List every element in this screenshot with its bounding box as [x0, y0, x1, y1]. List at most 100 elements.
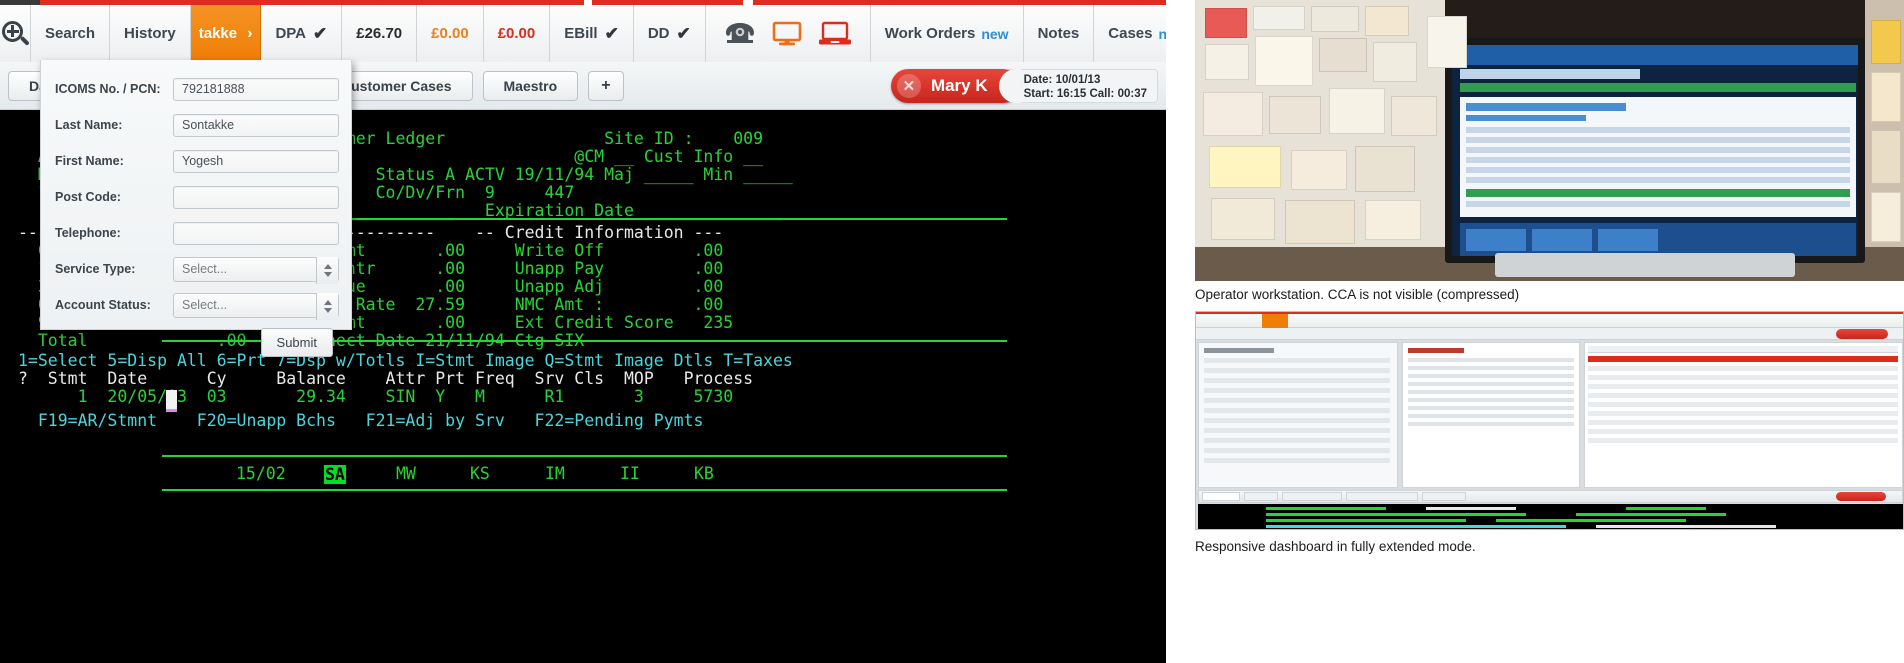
sticky-note: [1205, 8, 1247, 38]
photo-keyboard: [1495, 253, 1795, 277]
submit-row: Submit: [55, 328, 339, 357]
service-type-select[interactable]: Select...: [173, 256, 339, 284]
terminal-column-headers: ? Stmt Date Cy Balance Attr Prt Freq Srv…: [18, 369, 754, 388]
agent-badge-cap: [998, 68, 1021, 103]
tab-dpa[interactable]: DPA ✔: [261, 5, 343, 62]
sticky-note: [1373, 42, 1417, 82]
check-icon: ✔: [676, 23, 691, 43]
check-icon: ✔: [313, 23, 328, 43]
status-item-kb[interactable]: KB: [694, 464, 1166, 484]
telephone-icon[interactable]: [724, 21, 756, 47]
terminal-cursor: [166, 390, 177, 412]
sticky-note: [1211, 198, 1275, 240]
sticky-note: [1871, 20, 1901, 64]
desktop-monitor-icon[interactable]: [772, 21, 802, 47]
sticky-note: [1871, 192, 1901, 242]
field-row-icoms: ICOMS No. / PCN: 792181888: [55, 74, 339, 104]
zoom-in-button[interactable]: [0, 5, 31, 62]
last-name-label: Last Name:: [55, 118, 123, 132]
tab-direct-debit[interactable]: DD ✔: [633, 5, 706, 62]
tab-cases-label: Cases: [1108, 25, 1153, 42]
add-tab-button[interactable]: +: [588, 70, 624, 101]
tab-search[interactable]: Search: [31, 5, 111, 62]
sticky-note: [1311, 6, 1359, 32]
balance-overdue-value: £0.00: [431, 25, 469, 42]
status-highlight-sa[interactable]: SA: [324, 465, 346, 484]
call-date: Date: 10/01/13: [1023, 73, 1101, 86]
balance-current-value: £26.70: [356, 25, 403, 42]
operator-workstation-photo: [1195, 0, 1904, 281]
tab-work-orders[interactable]: Work Orders new: [870, 5, 1024, 62]
primary-toolbar: Search History takke › DPA ✔ £26.70 £0.0…: [0, 5, 1166, 62]
cases-new-badge: new: [1158, 25, 1166, 42]
figures-column: Operator workstation. CCA is not visible…: [1166, 0, 1904, 663]
last-name-value: Sontakke: [182, 118, 235, 132]
sticky-note: [1205, 44, 1249, 80]
telephone-field[interactable]: [173, 221, 339, 245]
photo-monitor: [1445, 38, 1865, 263]
tab-customer-label: takke: [198, 25, 238, 42]
sticky-note: [1285, 200, 1355, 244]
laptop-icon[interactable]: [818, 21, 852, 47]
balance-overdue: £0.00: [417, 5, 484, 62]
icoms-pcn-field[interactable]: 792181888: [173, 77, 339, 101]
telephone-label: Telephone:: [55, 226, 121, 240]
account-status-value: Select...: [182, 298, 228, 312]
field-row-last-name: Last Name: Sontakke: [55, 110, 339, 140]
submit-button[interactable]: Submit: [260, 328, 333, 357]
terminal-divider-bottom: [162, 455, 1007, 457]
post-code-label: Post Code:: [55, 190, 121, 204]
post-code-field[interactable]: [173, 185, 339, 209]
tab-cases[interactable]: Cases new: [1094, 5, 1166, 62]
service-icons-group: [705, 5, 871, 62]
field-row-first-name: First Name: Yogesh: [55, 146, 339, 176]
submit-button-label: Submit: [276, 335, 317, 350]
stepper-icon[interactable]: [316, 292, 338, 320]
tab-search-label: Search: [45, 25, 96, 42]
close-icon[interactable]: ✕: [896, 73, 921, 98]
search-panel: ICOMS No. / PCN: 792181888 Last Name: So…: [40, 60, 352, 357]
balance-current: £26.70: [342, 5, 418, 62]
sticky-note: [1203, 92, 1263, 136]
chevron-right-icon: ›: [247, 24, 253, 42]
sticky-note: [1209, 146, 1281, 188]
call-timers: Start: 16:15 Call: 00:37: [1023, 87, 1147, 100]
maestro-button[interactable]: Maestro: [482, 70, 579, 101]
sticky-note: [1329, 88, 1385, 134]
customer-cases-button-label: Customer Cases: [341, 77, 452, 94]
last-name-field[interactable]: Sontakke: [173, 113, 339, 137]
sticky-note: [1365, 200, 1421, 240]
photo-papers: [1427, 16, 1467, 68]
sticky-note: [1255, 36, 1313, 86]
sticky-note: [1871, 130, 1901, 184]
account-status-select[interactable]: Select...: [173, 292, 339, 320]
agent-badge[interactable]: ✕ Mary K: [890, 68, 1021, 103]
tab-direct-debit-label: DD: [647, 25, 670, 42]
sticky-note: [1291, 150, 1347, 190]
screenshot-root: Search History takke › DPA ✔ £26.70 £0.0…: [0, 0, 1904, 663]
sticky-note: [1269, 96, 1321, 134]
field-row-account-status: Account Status: Select...: [55, 290, 339, 320]
icoms-pcn-label: ICOMS No. / PCN:: [55, 82, 161, 96]
tab-dpa-label: DPA: [275, 25, 306, 42]
service-type-value: Select...: [182, 262, 228, 276]
first-name-label: First Name:: [55, 154, 124, 168]
first-name-field[interactable]: Yogesh: [173, 149, 339, 173]
tab-notes[interactable]: Notes: [1023, 5, 1095, 62]
field-row-post-code: Post Code:: [55, 182, 339, 212]
monitor-titlebar: [1452, 45, 1858, 65]
terminal-function-keys: F19=AR/Stmnt F20=Unapp Bchs F21=Adj by S…: [18, 411, 704, 430]
tab-history[interactable]: History: [110, 5, 191, 62]
tab-customer-active[interactable]: takke ›: [190, 5, 262, 62]
responsive-dashboard-screenshot: [1195, 311, 1904, 530]
sticky-note: [1365, 6, 1409, 36]
field-row-service-type: Service Type: Select...: [55, 254, 339, 284]
field-row-telephone: Telephone:: [55, 218, 339, 248]
balance-arrears-value: £0.00: [497, 25, 536, 42]
zoom-in-icon: [0, 19, 30, 49]
terminal-divider-status: [162, 489, 1007, 491]
maestro-button-label: Maestro: [503, 77, 558, 94]
stepper-icon[interactable]: [316, 256, 338, 284]
tab-ebill[interactable]: EBill ✔: [550, 5, 634, 62]
sticky-note: [1253, 6, 1305, 30]
